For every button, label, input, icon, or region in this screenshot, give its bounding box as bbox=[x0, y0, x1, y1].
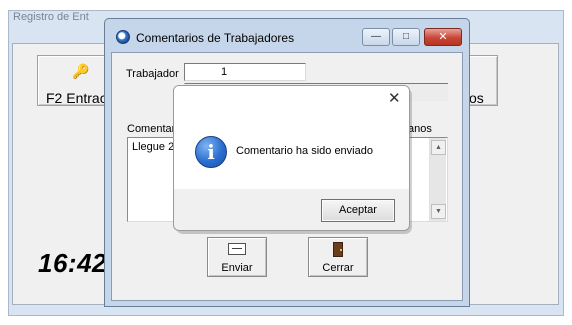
maximize-button[interactable]: □ bbox=[392, 28, 420, 46]
comment-scrollbar[interactable]: ▲ ▼ bbox=[429, 138, 446, 221]
close-icon[interactable]: ✕ bbox=[388, 89, 401, 107]
minimize-button[interactable]: — bbox=[362, 28, 390, 46]
enviar-button[interactable]: Enviar bbox=[207, 237, 267, 277]
key-icon: 🔑 bbox=[72, 63, 90, 79]
message-box: ✕ i Comentario ha sido enviado Aceptar bbox=[173, 85, 410, 231]
close-window-button[interactable]: ✕ bbox=[424, 28, 462, 46]
comments-dialog-title: Comentarios de Trabajadores bbox=[136, 31, 295, 45]
cerrar-label: Cerrar bbox=[322, 262, 354, 274]
cerrar-button[interactable]: Cerrar bbox=[308, 237, 368, 277]
send-mail-icon bbox=[228, 243, 246, 255]
f2-entrada-button[interactable]: 🔑 F2 Entrac bbox=[37, 55, 109, 106]
exit-door-icon bbox=[333, 242, 343, 257]
trabajador-input[interactable]: 1 bbox=[184, 63, 306, 81]
main-right-button-label: os bbox=[469, 90, 484, 106]
main-right-button[interactable]: os bbox=[468, 55, 498, 106]
f2-entrada-label: F2 Entrac bbox=[46, 90, 107, 106]
info-icon: i bbox=[195, 136, 227, 168]
scroll-down-arrow-icon[interactable]: ▼ bbox=[431, 204, 446, 219]
scroll-up-arrow-icon[interactable]: ▲ bbox=[431, 140, 446, 155]
comentarios-label: Comentar bbox=[127, 123, 176, 135]
main-window-title: Registro de Ent bbox=[13, 11, 89, 23]
trabajador-label: Trabajador bbox=[126, 68, 179, 80]
app-globe-icon bbox=[116, 30, 130, 44]
enviar-label: Enviar bbox=[221, 262, 253, 274]
clock-display: 16:42 bbox=[38, 248, 107, 278]
aceptar-button[interactable]: Aceptar bbox=[321, 199, 395, 222]
message-text: Comentario ha sido enviado bbox=[236, 145, 373, 157]
